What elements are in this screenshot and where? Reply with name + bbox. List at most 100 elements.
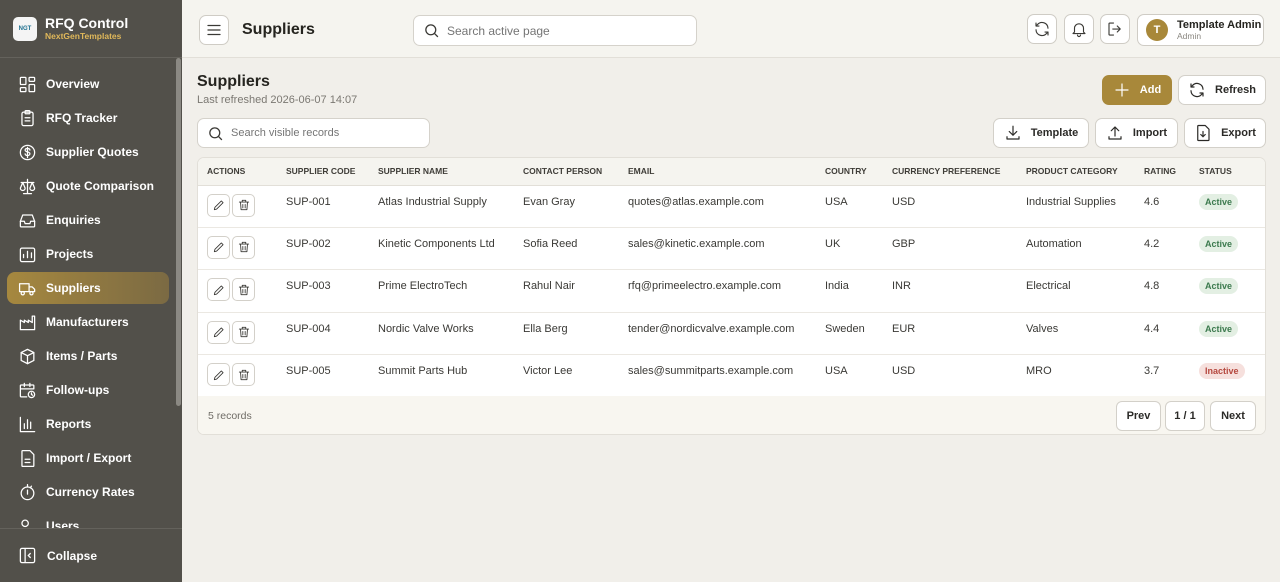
plus-icon [1115, 83, 1129, 97]
sidebar-item-enquiries[interactable]: Enquiries [7, 204, 169, 236]
user-menu[interactable]: T Template Admin Admin [1137, 14, 1264, 46]
sidebar-item-reports[interactable]: Reports [7, 408, 169, 440]
search-icon [425, 24, 439, 38]
sidebar-item-currency-rates[interactable]: Currency Rates [7, 476, 169, 508]
email: rfq@primeelectro.example.com [628, 280, 781, 293]
sidebar-item-projects[interactable]: Projects [7, 238, 169, 270]
status-badge: Active [1199, 235, 1239, 252]
product-category: Electrical [1026, 280, 1071, 293]
supplier-code: SUP-003 [286, 280, 331, 293]
email: sales@kinetic.example.com [628, 237, 765, 250]
edit-button[interactable] [207, 320, 230, 344]
refresh-button[interactable]: Refresh [1178, 75, 1266, 105]
column-header[interactable]: CURRENCY PREFERENCE [883, 158, 1017, 186]
contact-person: Rahul Nair [523, 280, 575, 293]
record-count: 5 records [208, 410, 252, 422]
column-header[interactable]: STATUS [1190, 158, 1265, 186]
template-button[interactable]: Template [993, 118, 1089, 148]
contact-person: Sofia Reed [523, 237, 578, 250]
refresh-icon [1190, 82, 1204, 98]
column-header[interactable]: RATING [1135, 158, 1190, 186]
logout-button[interactable] [1100, 14, 1130, 44]
edit-button[interactable] [207, 363, 230, 387]
sidebar-item-import-export[interactable]: Import / Export [7, 442, 169, 474]
delete-button[interactable] [232, 320, 255, 344]
brand[interactable]: NGT RFQ Control NextGenTemplates [0, 0, 182, 58]
next-button[interactable]: Next [1210, 401, 1256, 431]
refresh-icon [1035, 21, 1049, 37]
sidebar-item-label: Overview [46, 77, 100, 91]
contact-person: Evan Gray [523, 195, 575, 208]
column-header[interactable]: SUPPLIER NAME [369, 158, 514, 186]
column-header[interactable]: EMAIL [619, 158, 816, 186]
column-header[interactable]: COUNTRY [816, 158, 883, 186]
status-cell: Active [1190, 185, 1265, 227]
currency-icon [17, 482, 37, 502]
supplier-name: Kinetic Components Ltd [378, 237, 495, 250]
edit-button[interactable] [207, 278, 230, 302]
sync-button[interactable] [1027, 14, 1057, 44]
table-row[interactable]: SUP-001 Atlas Industrial Supply Evan Gra… [198, 185, 1265, 228]
table-row[interactable]: SUP-004 Nordic Valve Works Ella Berg ten… [198, 312, 1265, 355]
currency: EUR [892, 322, 916, 335]
table-row[interactable]: SUP-002 Kinetic Components Ltd Sofia Ree… [198, 227, 1265, 270]
notifications-button[interactable] [1064, 14, 1094, 44]
edit-button[interactable] [207, 193, 230, 217]
trash-icon [238, 242, 249, 253]
status-badge: Active [1199, 193, 1239, 210]
status-badge: Active [1199, 278, 1239, 295]
user-name: Template Admin [1177, 19, 1262, 31]
menu-button[interactable] [199, 15, 229, 45]
pencil-icon [213, 200, 224, 211]
sidebar-nav: Overview RFQ Tracker Supplier Quotes Quo… [0, 68, 176, 528]
search-icon [209, 126, 223, 140]
sidebar-item-supplier-quotes[interactable]: Supplier Quotes [7, 136, 169, 168]
column-header[interactable]: SUPPLIER CODE [277, 158, 369, 186]
hamburger-icon [207, 24, 221, 36]
sidebar-item-follow-ups[interactable]: Follow-ups [7, 374, 169, 406]
collapse-button[interactable]: Collapse [0, 528, 182, 582]
sidebar-item-label: Currency Rates [46, 485, 135, 499]
boxes-icon [17, 346, 37, 366]
delete-button[interactable] [232, 193, 255, 217]
table-row[interactable]: SUP-003 Prime ElectroTech Rahul Nair rfq… [198, 270, 1265, 313]
country: USA [825, 195, 848, 208]
projects-icon [17, 244, 37, 264]
supplier-name: Nordic Valve Works [378, 322, 474, 335]
download-icon [1006, 125, 1020, 140]
sidebar-item-manufacturers[interactable]: Manufacturers [7, 306, 169, 338]
country: Sweden [825, 322, 865, 335]
import-button[interactable]: Import [1095, 118, 1178, 148]
product-category: Industrial Supplies [1026, 195, 1116, 208]
delete-button[interactable] [232, 278, 255, 302]
sidebar-item-items-parts[interactable]: Items / Parts [7, 340, 169, 372]
export-button[interactable]: Export [1184, 118, 1266, 148]
add-button[interactable]: Add [1102, 75, 1172, 105]
status-cell: Inactive [1190, 355, 1265, 397]
section-title: Suppliers [197, 73, 270, 90]
template-label: Template [1030, 127, 1079, 139]
edit-button[interactable] [207, 235, 230, 259]
sidebar-item-overview[interactable]: Overview [7, 68, 169, 100]
sidebar-item-rfq-tracker[interactable]: RFQ Tracker [7, 102, 169, 134]
search-input[interactable] [447, 23, 687, 38]
delete-button[interactable] [232, 363, 255, 387]
sidebar-scrollbar[interactable] [176, 58, 181, 406]
sidebar-item-users[interactable]: Users [7, 510, 169, 528]
global-search[interactable] [413, 15, 697, 46]
trash-icon [238, 199, 249, 211]
table-row[interactable]: SUP-005 Summit Parts Hub Victor Lee sale… [198, 355, 1265, 397]
column-header[interactable]: PRODUCT CATEGORY [1017, 158, 1135, 186]
column-header[interactable]: CONTACT PERSON [514, 158, 619, 186]
rating: 4.2 [1144, 237, 1160, 250]
sidebar-item-suppliers[interactable]: Suppliers [7, 272, 169, 304]
brand-title: RFQ Control [45, 14, 129, 31]
table-search[interactable] [197, 118, 430, 148]
prev-button[interactable]: Prev [1116, 401, 1161, 431]
delete-button[interactable] [232, 235, 255, 259]
product-category: Automation [1026, 237, 1082, 250]
table-header-row: ACTIONS SUPPLIER CODE SUPPLIER NAME CONT… [198, 158, 1265, 186]
table-search-input[interactable] [231, 127, 421, 139]
row-actions [198, 185, 277, 227]
sidebar-item-quote-comparison[interactable]: Quote Comparison [7, 170, 169, 202]
